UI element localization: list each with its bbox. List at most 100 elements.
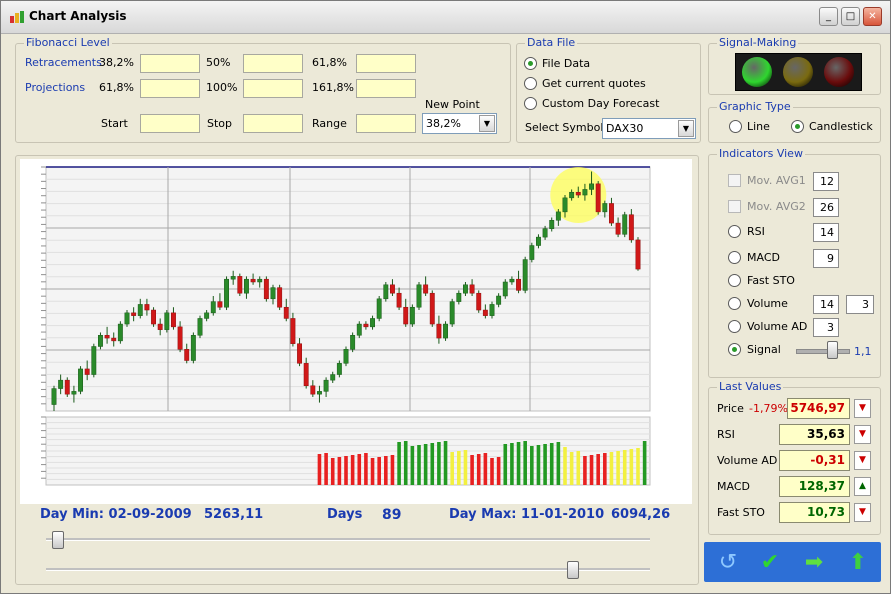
- candle-body: [383, 284, 389, 300]
- range-field[interactable]: [356, 114, 416, 133]
- candle-body: [330, 374, 336, 381]
- day-max-label: Day Max: 11-01-2010: [449, 507, 605, 522]
- fast-sto-label: Fast STO: [747, 274, 795, 287]
- line-radio[interactable]: [729, 120, 742, 133]
- ret-2-field[interactable]: [243, 54, 303, 73]
- proj-2-field[interactable]: [243, 79, 303, 98]
- range-end-track[interactable]: [46, 568, 650, 571]
- arrow-right-icon[interactable]: ➡: [800, 550, 828, 576]
- volume-bar: [503, 444, 508, 485]
- signal-label: Signal: [747, 343, 781, 356]
- candle-body: [409, 306, 415, 325]
- volume-bar: [616, 451, 620, 485]
- custom-forecast-radio[interactable]: [524, 97, 537, 110]
- yellow-light-icon: [783, 57, 813, 87]
- volume-bar: [583, 456, 587, 485]
- volume-ad-last-value: -0,31: [779, 450, 850, 471]
- mov-avg2-field[interactable]: 26: [813, 198, 839, 217]
- indicators-group-label: Indicators View: [717, 147, 805, 160]
- candle-body: [350, 335, 356, 350]
- down-arrow-icon[interactable]: ▼: [854, 451, 871, 470]
- candle-body: [429, 292, 435, 325]
- down-arrow-icon[interactable]: ▼: [854, 425, 871, 444]
- new-point-select[interactable]: 38,2% ▼: [422, 113, 497, 134]
- signal-radio[interactable]: [728, 343, 741, 356]
- down-arrow-icon[interactable]: ▼: [854, 399, 871, 418]
- rsi-label: RSI: [747, 225, 765, 238]
- current-quotes-radio[interactable]: [524, 77, 537, 90]
- symbol-value: DAX30: [606, 122, 644, 135]
- candle-body: [582, 189, 588, 196]
- minimize-button[interactable]: _: [819, 7, 838, 26]
- new-point-value: 38,2%: [426, 117, 461, 130]
- candle-body: [51, 388, 57, 405]
- candle-body: [310, 385, 316, 395]
- down-arrow-icon[interactable]: ▼: [854, 503, 871, 522]
- mov-avg1-field[interactable]: 12: [813, 172, 839, 191]
- mov-avg1-checkbox[interactable]: [728, 174, 741, 187]
- candle-body: [137, 304, 143, 316]
- range-start-thumb[interactable]: [52, 531, 64, 549]
- price-change: -1,79%: [749, 402, 788, 415]
- macd-last-label: MACD: [717, 480, 750, 493]
- candle-body: [463, 284, 468, 294]
- select-symbol-label: Select Symbol: [525, 121, 604, 134]
- candle-body: [104, 335, 110, 339]
- volume-bar: [350, 455, 355, 485]
- volume-bar: [549, 443, 554, 485]
- stop-field[interactable]: [243, 114, 303, 133]
- volume-ad-field[interactable]: 3: [813, 318, 839, 337]
- candlestick-label: Candlestick: [809, 120, 873, 133]
- candle-body: [190, 335, 196, 361]
- rsi-field[interactable]: 14: [813, 223, 839, 242]
- candle-body: [370, 318, 375, 328]
- file-data-radio[interactable]: [524, 57, 537, 70]
- volume-radio[interactable]: [728, 297, 741, 310]
- candlestick-radio[interactable]: [791, 120, 804, 133]
- candle-body: [336, 363, 342, 375]
- chevron-down-icon[interactable]: ▼: [479, 115, 495, 132]
- volume-bar: [609, 452, 614, 485]
- volume-bar: [417, 445, 421, 485]
- volume-ad-radio[interactable]: [728, 320, 741, 333]
- title-bar[interactable]: Chart Analysis _ □ ✕: [1, 1, 890, 34]
- volume-bar: [523, 441, 527, 485]
- retracements-link[interactable]: Retracements: [25, 56, 102, 69]
- fast-sto-radio[interactable]: [728, 274, 741, 287]
- volume-field-2[interactable]: 3: [846, 295, 874, 314]
- ret-1-field[interactable]: [140, 54, 200, 73]
- ret-3-field[interactable]: [356, 54, 416, 73]
- arrow-up-icon[interactable]: ⬆: [844, 550, 872, 576]
- volume-bar: [397, 442, 401, 485]
- action-toolbar: ↺ ✔ ➡ ⬆: [704, 542, 881, 582]
- range-end-thumb[interactable]: [567, 561, 580, 579]
- up-arrow-icon[interactable]: ▲: [854, 477, 871, 496]
- projections-link[interactable]: Projections: [25, 81, 85, 94]
- candle-body: [482, 309, 488, 316]
- volume-field[interactable]: 14: [813, 295, 839, 314]
- chevron-down-icon[interactable]: ▼: [678, 120, 694, 137]
- signal-slider-thumb[interactable]: [827, 341, 839, 359]
- close-button[interactable]: ✕: [863, 7, 882, 26]
- proj-1-field[interactable]: [140, 79, 200, 98]
- symbol-select[interactable]: DAX30 ▼: [602, 118, 696, 139]
- maximize-button[interactable]: □: [841, 7, 860, 26]
- volume-bar: [443, 441, 448, 485]
- proj-3-field[interactable]: [356, 79, 416, 98]
- candle-body: [476, 292, 482, 311]
- fibonacci-group-label: Fibonacci Level: [24, 36, 112, 49]
- range-start-track[interactable]: [46, 538, 650, 541]
- mov-avg2-checkbox[interactable]: [728, 200, 741, 213]
- check-icon[interactable]: ✔: [756, 550, 784, 576]
- signal-slider-track[interactable]: [796, 349, 850, 354]
- candle-body: [376, 298, 382, 319]
- macd-radio[interactable]: [728, 251, 741, 264]
- candle-body: [217, 301, 223, 308]
- macd-field[interactable]: 9: [813, 249, 839, 268]
- traffic-light-panel: [735, 53, 862, 91]
- start-field[interactable]: [140, 114, 200, 133]
- rsi-radio[interactable]: [728, 225, 741, 238]
- volume-bar: [337, 457, 342, 485]
- candle-body: [589, 183, 594, 190]
- undo-icon[interactable]: ↺: [714, 550, 742, 576]
